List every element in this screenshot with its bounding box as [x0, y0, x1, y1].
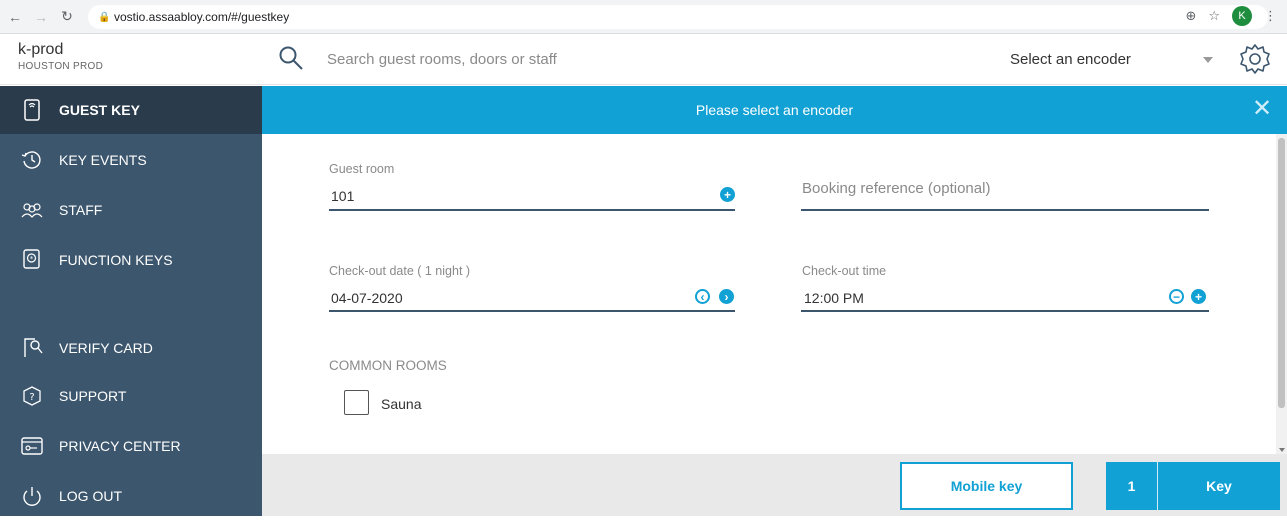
search-icon[interactable] [278, 45, 304, 71]
banner-message: Please select an encoder [695, 102, 854, 118]
checkout-date-label: Check-out date ( 1 night ) [329, 264, 471, 278]
power-icon [20, 484, 44, 508]
checkout-time-label: Check-out time [802, 264, 887, 278]
add-room-icon[interactable]: + [720, 187, 735, 202]
sauna-label: Sauna [381, 396, 422, 412]
sidebar-item-label: GUEST KEY [59, 102, 140, 118]
guest-room-input[interactable]: 101 [331, 188, 354, 204]
sidebar-item-label: LOG OUT [59, 488, 123, 504]
menu-icon[interactable]: ⋮ [1264, 8, 1277, 24]
gear-icon[interactable] [1238, 42, 1272, 76]
guest-key-icon [20, 98, 44, 122]
scrollbar-thumb[interactable] [1278, 138, 1285, 408]
form-scrollbar[interactable] [1276, 134, 1287, 454]
sidebar: GUEST KEY KEY EVENTS STAFF * FUNCTION KE… [0, 86, 262, 516]
common-rooms-title: COMMON ROOMS [329, 358, 447, 373]
checkout-date-underline [329, 310, 735, 312]
privacy-center-icon [20, 434, 44, 458]
sidebar-item-guest-key[interactable]: GUEST KEY [0, 86, 262, 134]
svg-text:*: * [30, 255, 34, 263]
guest-key-form: Guest room 101 + Booking reference (opti… [262, 134, 1276, 454]
next-date-icon[interactable]: › [719, 289, 734, 304]
search-input[interactable]: Search guest rooms, doors or staff [327, 51, 557, 68]
app-header: k-prod HOUSTON PROD Search guest rooms, … [0, 35, 1287, 85]
booking-reference-underline [801, 209, 1209, 211]
sauna-checkbox[interactable] [344, 390, 369, 415]
encoder-select[interactable]: Select an encoder [1010, 51, 1131, 68]
guest-room-underline [329, 209, 735, 211]
sidebar-item-label: SUPPORT [59, 388, 127, 404]
browser-toolbar: ← → ↻ 🔒 vostio.assaabloy.com/#/guestkey … [0, 0, 1287, 34]
org-name: k-prod [18, 41, 64, 58]
chevron-down-icon[interactable] [1203, 57, 1213, 63]
forward-icon[interactable]: → [30, 6, 52, 28]
verify-card-icon [20, 336, 44, 360]
url-text: vostio.assaabloy.com/#/guestkey [114, 10, 290, 24]
sidebar-item-staff[interactable]: STAFF [0, 186, 262, 234]
sidebar-item-label: VERIFY CARD [59, 340, 153, 356]
sidebar-item-label: PRIVACY CENTER [59, 438, 181, 454]
sidebar-item-label: STAFF [59, 202, 103, 218]
action-footer: Mobile key 1 Key [262, 454, 1287, 516]
previous-date-icon[interactable]: ‹ [695, 289, 710, 304]
sidebar-item-function-keys[interactable]: * FUNCTION KEYS [0, 236, 262, 284]
checkout-time-underline [801, 310, 1209, 312]
lock-icon: 🔒 [98, 12, 111, 23]
function-keys-icon: * [20, 248, 44, 272]
sidebar-item-verify-card[interactable]: VERIFY CARD [0, 324, 262, 372]
staff-icon [20, 198, 44, 222]
encoder-alert-banner: Please select an encoder ✕ [262, 86, 1287, 134]
decrease-time-icon[interactable]: − [1169, 289, 1184, 304]
checkout-date-input[interactable]: 04-07-2020 [331, 290, 403, 306]
reload-icon[interactable]: ↻ [56, 6, 78, 28]
sidebar-item-label: KEY EVENTS [59, 152, 147, 168]
scroll-down-icon[interactable] [1279, 448, 1285, 452]
sidebar-item-log-out[interactable]: LOG OUT [0, 472, 262, 520]
key-count[interactable]: 1 [1106, 462, 1158, 510]
svg-text:?: ? [29, 392, 34, 403]
browser-actions: ⊕ ☆ K ⋮ [1185, 6, 1277, 26]
guest-room-label: Guest room [329, 162, 395, 176]
star-icon[interactable]: ☆ [1208, 8, 1220, 24]
key-button-label: Key [1206, 478, 1232, 494]
sidebar-item-key-events[interactable]: KEY EVENTS [0, 136, 262, 184]
brand: k-prod HOUSTON PROD [18, 41, 103, 72]
booking-reference-input[interactable]: Booking reference (optional) [802, 180, 990, 197]
issue-key-button[interactable]: 1 Key [1106, 462, 1280, 510]
site-name: HOUSTON PROD [18, 61, 104, 72]
mobile-key-button[interactable]: Mobile key [900, 462, 1073, 510]
increase-time-icon[interactable]: + [1191, 289, 1206, 304]
back-icon[interactable]: ← [4, 6, 26, 28]
sidebar-item-label: FUNCTION KEYS [59, 252, 173, 268]
address-bar[interactable]: 🔒 vostio.assaabloy.com/#/guestkey [88, 5, 1268, 29]
close-icon[interactable]: ✕ [1251, 97, 1273, 121]
history-icon [20, 148, 44, 172]
sidebar-item-privacy-center[interactable]: PRIVACY CENTER [0, 422, 262, 470]
support-icon: ? [20, 384, 44, 408]
sidebar-item-support[interactable]: ? SUPPORT [0, 372, 262, 420]
checkout-time-input[interactable]: 12:00 PM [804, 290, 864, 306]
zoom-icon[interactable]: ⊕ [1185, 8, 1196, 24]
profile-avatar[interactable]: K [1232, 6, 1252, 26]
